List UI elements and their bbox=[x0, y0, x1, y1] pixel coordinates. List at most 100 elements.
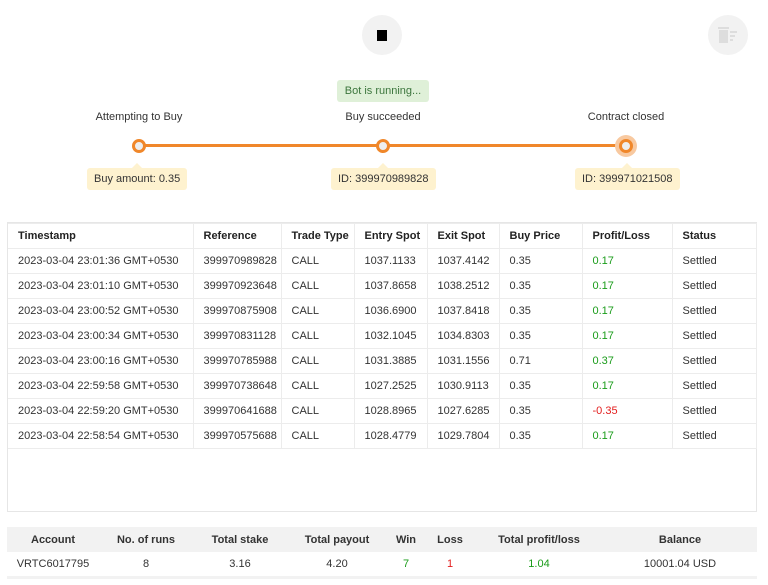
table-cell: 0.35 bbox=[498, 273, 583, 299]
table-cell: Settled bbox=[671, 248, 757, 274]
step-info: ID: 399970989828 bbox=[331, 163, 436, 190]
table-cell: 2023-03-04 22:58:54 GMT+0530 bbox=[8, 423, 194, 449]
table-cell: 1028.4779 bbox=[353, 423, 428, 449]
table-cell: 1031.3885 bbox=[353, 348, 428, 374]
table-cell: Settled bbox=[671, 323, 757, 349]
step-label: Buy succeeded bbox=[345, 111, 421, 123]
summary-value: VRTC6017795 bbox=[7, 552, 99, 579]
table-cell: 1037.4142 bbox=[426, 248, 500, 274]
column-header: Buy Price bbox=[498, 223, 583, 249]
table-cell: 399970641688 bbox=[192, 398, 282, 424]
table-cell: 399970575688 bbox=[192, 423, 282, 449]
table-cell: Settled bbox=[671, 348, 757, 374]
table-cell: 2023-03-04 23:00:34 GMT+0530 bbox=[8, 323, 194, 349]
table-cell: 0.17 bbox=[581, 298, 673, 324]
table-cell: 1037.1133 bbox=[353, 248, 428, 274]
table-cell: 0.35 bbox=[498, 423, 583, 449]
table-cell: -0.35 bbox=[581, 398, 673, 424]
table-cell: 2023-03-04 23:00:16 GMT+0530 bbox=[8, 348, 194, 374]
table-cell: 1027.6285 bbox=[426, 398, 500, 424]
table-cell: 1036.6900 bbox=[353, 298, 428, 324]
column-header: Timestamp bbox=[8, 223, 194, 249]
stop-icon bbox=[377, 29, 387, 41]
table-cell: CALL bbox=[280, 423, 355, 449]
step-dot-active bbox=[619, 139, 633, 153]
table-cell: 399970831128 bbox=[192, 323, 282, 349]
table-cell: 399970785988 bbox=[192, 348, 282, 374]
table-cell: 2023-03-04 23:01:10 GMT+0530 bbox=[8, 273, 194, 299]
transactions-table: Timestamp Reference Trade Type Entry Spot Ex… bbox=[7, 222, 757, 512]
table-cell: 0.35 bbox=[498, 373, 583, 399]
table-row: 2023-03-04 23:01:10 GMT+0530 399970923648… bbox=[8, 273, 757, 299]
table-row: 2023-03-04 22:59:20 GMT+0530 399970641688… bbox=[8, 398, 757, 424]
table-cell: 0.17 bbox=[581, 423, 673, 449]
table-cell: Settled bbox=[671, 423, 757, 449]
table-cell: 0.35 bbox=[498, 298, 583, 324]
table-cell: 1034.8303 bbox=[426, 323, 500, 349]
table-cell: 399970875908 bbox=[192, 298, 282, 324]
summary-header: Win bbox=[387, 527, 425, 552]
column-header: Status bbox=[671, 223, 757, 249]
table-cell: 0.35 bbox=[498, 398, 583, 424]
column-header: Entry Spot bbox=[353, 223, 428, 249]
step-label: Contract closed bbox=[587, 111, 665, 123]
table-cell: 399970738648 bbox=[192, 373, 282, 399]
table-cell: 0.17 bbox=[581, 323, 673, 349]
trash-icon bbox=[718, 27, 737, 43]
summary-table: Account No. of runs Total stake Total payou… bbox=[7, 527, 757, 579]
table-row: 2023-03-04 23:00:52 GMT+0530 399970875908… bbox=[8, 298, 757, 324]
column-header: Trade Type bbox=[280, 223, 355, 249]
stop-bot-button[interactable] bbox=[362, 15, 402, 55]
clear-stats-button[interactable] bbox=[708, 15, 748, 55]
step-info: Buy amount: 0.35 bbox=[87, 163, 188, 190]
step-info: ID: 399971021508 bbox=[575, 163, 680, 190]
table-cell: 1027.2525 bbox=[353, 373, 428, 399]
summary-value: 7 bbox=[387, 552, 425, 579]
table-cell: 0.37 bbox=[581, 348, 673, 374]
summary-value: 1.04 bbox=[475, 552, 603, 579]
table-row: 2023-03-04 23:00:16 GMT+0530 399970785988… bbox=[8, 348, 757, 374]
table-cell: 0.35 bbox=[498, 323, 583, 349]
table-cell: 0.71 bbox=[498, 348, 583, 374]
table-cell: 0.35 bbox=[498, 248, 583, 274]
table-row: 2023-03-04 23:00:34 GMT+0530 399970831128… bbox=[8, 323, 757, 349]
summary-header: No. of runs bbox=[99, 527, 193, 552]
summary-value: 1 bbox=[425, 552, 475, 579]
summary-header: Total stake bbox=[193, 527, 287, 552]
table-cell: 1038.2512 bbox=[426, 273, 500, 299]
table-row: 2023-03-04 22:58:54 GMT+0530 399970575688… bbox=[8, 423, 757, 449]
table-cell: 0.17 bbox=[581, 373, 673, 399]
summary-value: 4.20 bbox=[287, 552, 387, 579]
step-dot bbox=[376, 139, 390, 153]
summary-value: 3.16 bbox=[193, 552, 287, 579]
summary-header: Loss bbox=[425, 527, 475, 552]
table-cell: 0.17 bbox=[581, 248, 673, 274]
summary-header: Total payout bbox=[287, 527, 387, 552]
table-cell: CALL bbox=[280, 298, 355, 324]
table-cell: 0.17 bbox=[581, 273, 673, 299]
table-cell: Settled bbox=[671, 398, 757, 424]
table-cell: 1037.8418 bbox=[426, 298, 500, 324]
table-cell: Settled bbox=[671, 273, 757, 299]
table-cell: 399970989828 bbox=[192, 248, 282, 274]
summary-value: 8 bbox=[99, 552, 193, 579]
table-cell: CALL bbox=[280, 348, 355, 374]
table-cell: CALL bbox=[280, 323, 355, 349]
table-cell: CALL bbox=[280, 248, 355, 274]
column-header: Reference bbox=[192, 223, 282, 249]
step-dot bbox=[132, 139, 146, 153]
table-cell: 399970923648 bbox=[192, 273, 282, 299]
summary-header: Balance bbox=[603, 527, 757, 552]
table-cell: 1028.8965 bbox=[353, 398, 428, 424]
column-header: Profit/Loss bbox=[581, 223, 673, 249]
table-cell: 1029.7804 bbox=[426, 423, 500, 449]
table-cell: CALL bbox=[280, 398, 355, 424]
summary-header: Account bbox=[7, 527, 99, 552]
table-cell: 2023-03-04 22:59:20 GMT+0530 bbox=[8, 398, 194, 424]
table-cell: 1037.8658 bbox=[353, 273, 428, 299]
table-cell: 1031.1556 bbox=[426, 348, 500, 374]
table-cell: 2023-03-04 23:01:36 GMT+0530 bbox=[8, 248, 194, 274]
table-row: 2023-03-04 22:59:58 GMT+0530 399970738648… bbox=[8, 373, 757, 399]
summary-value: 10001.04 USD bbox=[603, 552, 757, 579]
table-cell: 1032.1045 bbox=[353, 323, 428, 349]
